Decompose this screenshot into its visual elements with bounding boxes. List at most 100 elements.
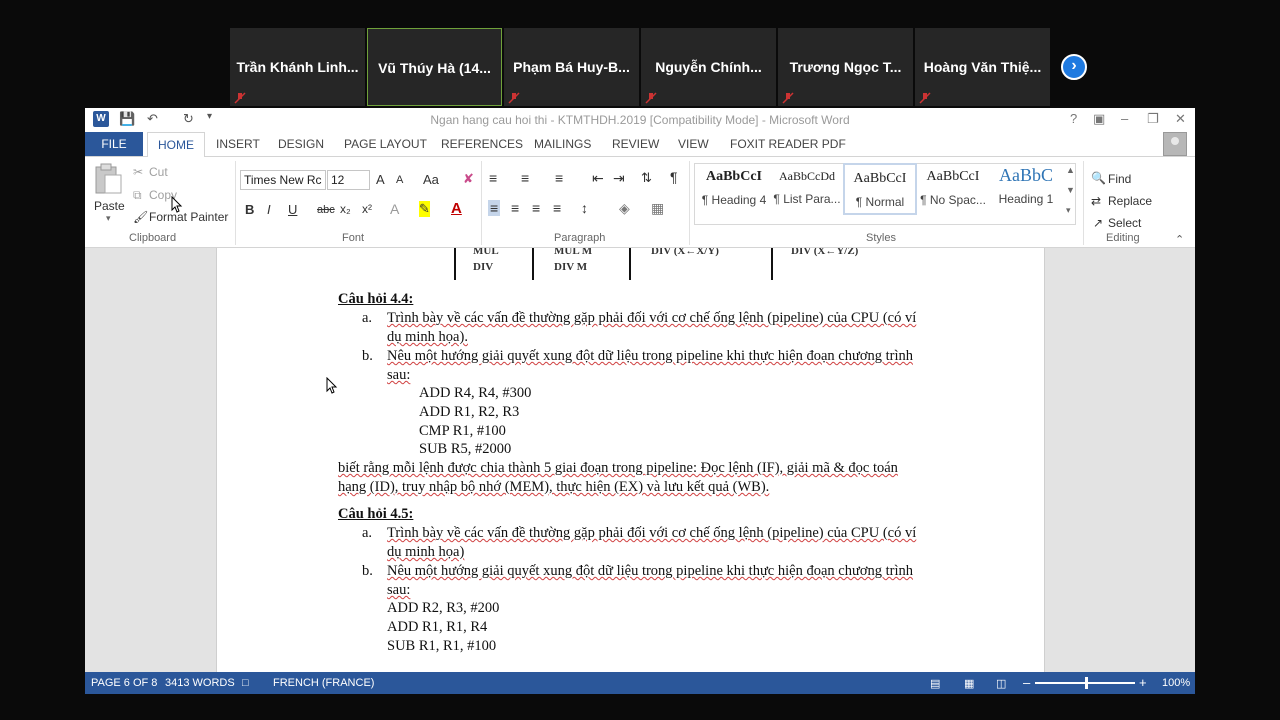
participant-tile[interactable]: Hoàng Văn Thiệ... xyxy=(915,28,1050,106)
read-mode-icon[interactable]: ▤ xyxy=(930,677,940,690)
highlight-color-icon[interactable]: ✎ xyxy=(419,201,430,217)
page-count[interactable]: PAGE 6 OF 8 xyxy=(91,677,157,689)
style-heading4[interactable]: AaBbCcI ¶ Heading 4 xyxy=(697,163,771,215)
font-size-select[interactable]: 12 xyxy=(327,170,370,190)
justify-icon[interactable]: ≡ xyxy=(553,200,561,216)
code-line: ADD R1, R1, R4 xyxy=(387,619,488,635)
window-title: Ngan hang cau hoi thi - KTMTHDH.2019 [Co… xyxy=(430,113,850,127)
question-text: Trình bày về các vấn đề thường gặp phải … xyxy=(387,310,917,326)
multilevel-list-icon[interactable]: ≡ xyxy=(555,170,563,186)
show-marks-icon[interactable]: ¶ xyxy=(670,169,678,185)
participant-tile[interactable]: Nguyễn Chính... xyxy=(641,28,776,106)
line-spacing-icon[interactable]: ↕ xyxy=(581,200,588,216)
question-text: hạng (ID), truy nhập bộ nhớ (MEM), thực … xyxy=(338,479,770,495)
proofing-icon[interactable]: □ xyxy=(242,677,249,689)
styles-scroll-down-icon[interactable]: ▼ xyxy=(1066,185,1075,195)
language[interactable]: FRENCH (FRANCE) xyxy=(273,677,374,689)
next-participants-button[interactable]: › xyxy=(1061,54,1087,80)
list-marker: b. xyxy=(362,348,373,364)
ribbon-display-icon[interactable]: ▣ xyxy=(1093,111,1105,127)
grow-font-icon[interactable]: A xyxy=(376,172,385,187)
tab-file[interactable]: FILE xyxy=(85,132,143,156)
zoom-level[interactable]: 100% xyxy=(1162,677,1190,689)
muted-mic-icon xyxy=(508,92,520,104)
help-icon[interactable]: ? xyxy=(1070,111,1077,126)
question-text: sau: xyxy=(387,367,411,383)
zoom-slider-thumb[interactable] xyxy=(1085,677,1088,689)
list-marker: b. xyxy=(362,563,373,579)
bullets-icon[interactable]: ≡ xyxy=(489,170,497,186)
web-layout-icon[interactable]: ◫ xyxy=(996,677,1006,690)
clear-formatting-icon[interactable]: ✘ xyxy=(463,171,474,187)
bold-button[interactable]: B xyxy=(245,202,254,217)
replace-button[interactable]: Replace xyxy=(1108,194,1152,208)
cut-button[interactable]: Cut xyxy=(149,165,168,179)
close-icon[interactable]: ✕ xyxy=(1175,111,1186,127)
style-no-spacing[interactable]: AaBbCcI ¶ No Spac... xyxy=(916,163,990,215)
style-normal[interactable]: AaBbCcI ¶ Normal xyxy=(843,163,917,215)
underline-button[interactable]: U xyxy=(288,202,297,217)
paste-dropdown-icon[interactable]: ▾ xyxy=(106,213,111,224)
tab-home[interactable]: HOME xyxy=(147,132,205,157)
shrink-font-icon[interactable]: A xyxy=(396,174,403,186)
strikethrough-button[interactable]: abc xyxy=(317,204,335,216)
increase-indent-icon[interactable]: ⇥ xyxy=(613,170,625,187)
muted-mic-icon xyxy=(782,92,794,104)
zoom-out-icon[interactable]: – xyxy=(1023,675,1030,690)
tab-review[interactable]: REVIEW xyxy=(612,137,659,151)
numbering-icon[interactable]: ≡ xyxy=(521,170,529,186)
participant-tile[interactable]: Trần Khánh Linh... xyxy=(230,28,365,106)
zoom-in-icon[interactable]: + xyxy=(1139,675,1147,690)
text-effects-icon[interactable]: A xyxy=(390,201,399,217)
styles-more-icon[interactable]: ▾ xyxy=(1066,205,1071,216)
tab-page-layout[interactable]: PAGE LAYOUT xyxy=(344,137,427,151)
paste-label: Paste xyxy=(94,199,125,213)
tab-view[interactable]: VIEW xyxy=(678,137,709,151)
select-button[interactable]: Select xyxy=(1108,216,1141,230)
question-text: Trình bày về các vấn đề thường gặp phải … xyxy=(387,525,917,541)
paste-button[interactable]: Paste ▾ xyxy=(91,163,125,223)
font-color-icon[interactable]: A xyxy=(451,200,462,217)
word-window: W 💾 ↶ ↻ ▾ Ngan hang cau hoi thi - KTMTHD… xyxy=(85,108,1195,694)
tab-design[interactable]: DESIGN xyxy=(278,137,324,151)
group-divider xyxy=(235,161,236,245)
borders-icon[interactable]: ▦ xyxy=(651,200,664,217)
avatar[interactable] xyxy=(1163,132,1187,156)
question-text: biết rằng mỗi lệnh được chia thành 5 gia… xyxy=(338,460,898,476)
print-layout-icon[interactable]: ▦ xyxy=(964,677,974,690)
italic-button[interactable]: I xyxy=(267,202,271,217)
minimize-icon[interactable]: – xyxy=(1121,111,1128,126)
tab-references[interactable]: REFERENCES xyxy=(441,137,523,151)
word-count[interactable]: 3413 WORDS xyxy=(165,677,235,689)
collapse-ribbon-icon[interactable]: ⌃ xyxy=(1175,233,1184,246)
participant-tile[interactable]: Trương Ngọc T... xyxy=(778,28,913,106)
restore-icon[interactable]: ❐ xyxy=(1147,111,1159,127)
superscript-button[interactable]: x² xyxy=(362,202,372,216)
style-heading1[interactable]: AaBbC Heading 1 xyxy=(989,163,1063,215)
mouse-cursor-icon xyxy=(326,377,338,394)
participant-name: Nguyễn Chính... xyxy=(655,59,762,75)
shading-icon[interactable]: ◈ xyxy=(619,200,630,217)
tab-foxit[interactable]: FOXIT READER PDF xyxy=(730,137,846,151)
style-sample: AaBbCcI xyxy=(853,171,907,186)
styles-scroll-up-icon[interactable]: ▲ xyxy=(1066,165,1075,175)
align-left-icon[interactable]: ≡ xyxy=(488,200,501,216)
participant-tile[interactable]: Phạm Bá Huy-B... xyxy=(504,28,639,106)
font-family-select[interactable]: Times New Rc xyxy=(240,170,326,190)
change-case-icon[interactable]: Aa xyxy=(423,172,439,187)
style-list-paragraph[interactable]: AaBbCcDd ¶ List Para... xyxy=(770,163,844,215)
format-painter-button[interactable]: Format Painter xyxy=(149,210,228,224)
sort-icon[interactable]: ⇅ xyxy=(641,170,652,186)
table-border xyxy=(454,248,456,280)
participant-tile-active[interactable]: Vũ Thúy Hà (14... xyxy=(367,28,502,106)
find-button[interactable]: Find xyxy=(1108,172,1131,186)
align-center-icon[interactable]: ≡ xyxy=(511,200,519,216)
tab-insert[interactable]: INSERT xyxy=(216,137,260,151)
align-right-icon[interactable]: ≡ xyxy=(532,200,540,216)
tab-mailings[interactable]: MAILINGS xyxy=(534,137,591,151)
subscript-button[interactable]: x₂ xyxy=(340,202,351,216)
style-name: ¶ Heading 4 xyxy=(701,193,767,207)
decrease-indent-icon[interactable]: ⇤ xyxy=(592,170,604,187)
style-sample: AaBbC xyxy=(999,165,1053,185)
document-page[interactable]: MUL DIV MUL M DIV M DIV (X←X/Y) DIV (X←Y… xyxy=(216,248,1045,672)
